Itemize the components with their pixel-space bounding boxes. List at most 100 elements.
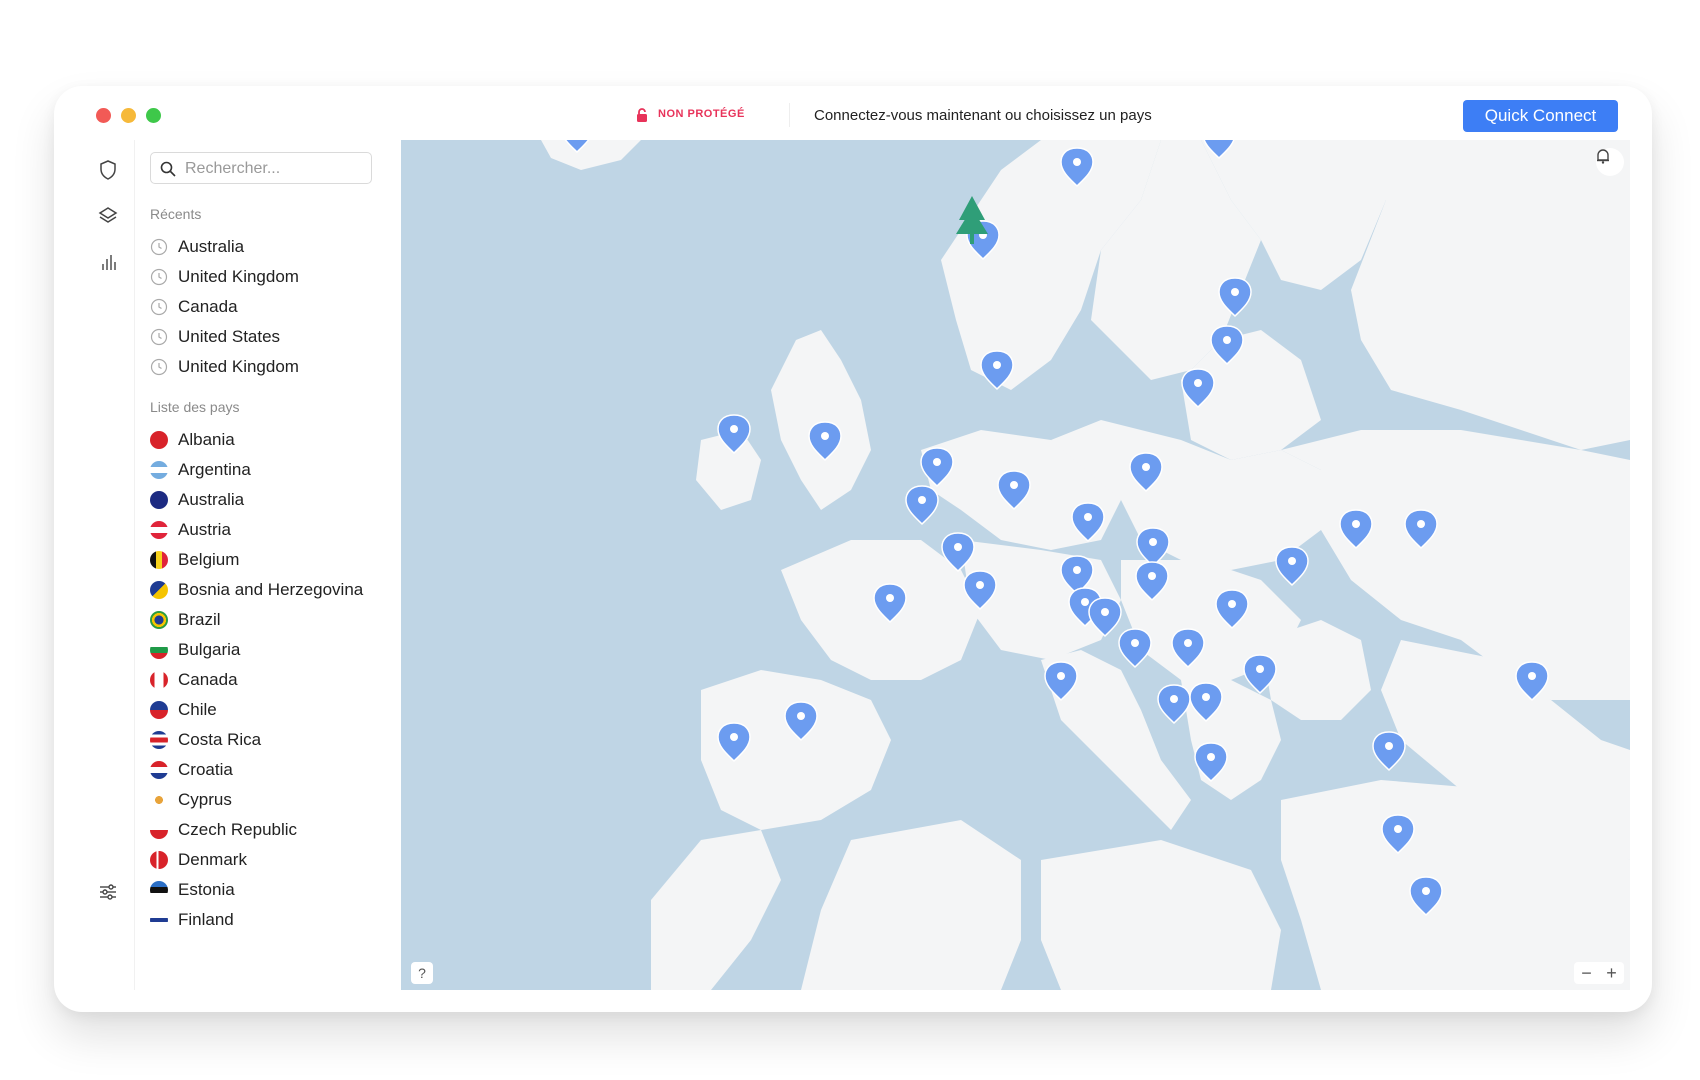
clock-icon — [150, 328, 168, 346]
country-item-label: Belgium — [178, 550, 240, 569]
unlocked-icon — [637, 108, 647, 122]
recent-item[interactable]: United States — [150, 322, 390, 352]
country-item[interactable]: Canada — [150, 665, 390, 695]
belgium-flag-icon — [150, 551, 168, 569]
country-item[interactable]: Czech Republic — [150, 815, 390, 845]
country-item[interactable]: Croatia — [150, 755, 390, 785]
recent-item[interactable]: United Kingdom — [150, 352, 390, 382]
recent-item[interactable]: Australia — [150, 232, 390, 262]
quick-connect-button[interactable]: Quick Connect — [1463, 100, 1618, 132]
country-item-label: Croatia — [178, 760, 233, 779]
country-item-label: Costa Rica — [178, 730, 262, 749]
nav-rail — [84, 140, 135, 990]
zoom-out-button[interactable]: − — [1576, 963, 1598, 983]
croatia-flag-icon — [150, 761, 168, 779]
country-item-label: Bulgaria — [178, 640, 241, 659]
country-item[interactable]: Albania — [150, 425, 390, 455]
server-pin-icon[interactable] — [1372, 731, 1406, 772]
country-item[interactable]: Chile — [150, 695, 390, 725]
country-item-label: Chile — [178, 700, 217, 719]
map-canvas — [541, 140, 1630, 990]
country-item[interactable]: Australia — [150, 485, 390, 515]
country-item-label: Albania — [178, 430, 235, 449]
clock-icon — [150, 268, 168, 286]
country-item-label: Bosnia and Herzegovina — [178, 580, 364, 599]
stats-icon[interactable] — [96, 250, 120, 274]
status-divider — [789, 103, 790, 127]
country-item[interactable]: Costa Rica — [150, 725, 390, 755]
status-message: Connectez-vous maintenant ou choisissez … — [814, 107, 1152, 124]
costa-rica-flag-icon — [150, 731, 168, 749]
zoom-window-button[interactable] — [146, 108, 161, 123]
world-map[interactable]: ? − + — [401, 140, 1630, 990]
server-pin-icon[interactable] — [1118, 628, 1152, 669]
search-box[interactable] — [150, 152, 372, 184]
country-item-label: Estonia — [178, 880, 235, 899]
connection-status: NON PROTÉGÉ Connectez-vous maintenant ou… — [574, 100, 1194, 130]
bulgaria-flag-icon — [150, 641, 168, 659]
server-pin-icon[interactable] — [1157, 684, 1191, 725]
settings-sliders-icon[interactable] — [96, 880, 120, 904]
bosnia-flag-icon — [150, 581, 168, 599]
layers-icon[interactable] — [96, 204, 120, 228]
country-item-label: Austria — [178, 520, 231, 539]
denmark-flag-icon — [150, 851, 168, 869]
server-pin-icon[interactable] — [905, 485, 939, 526]
notification-bell-icon[interactable] — [1596, 148, 1624, 176]
search-icon — [160, 161, 176, 177]
country-item-label: Czech Republic — [178, 820, 298, 839]
recent-item-label: Canada — [178, 297, 238, 316]
albania-flag-icon — [150, 431, 168, 449]
country-item-label: Australia — [178, 490, 245, 509]
search-input[interactable] — [183, 157, 367, 181]
canada-flag-icon — [150, 671, 168, 689]
zoom-in-button[interactable]: + — [1601, 963, 1623, 983]
minimize-window-button[interactable] — [121, 108, 136, 123]
cyprus-flag-icon — [150, 791, 168, 809]
countries-title: Liste des pays — [150, 399, 240, 415]
estonia-flag-icon — [150, 881, 168, 899]
country-item[interactable]: Bulgaria — [150, 635, 390, 665]
country-item-label: Finland — [178, 910, 234, 929]
clock-icon — [150, 358, 168, 376]
title-bar: NON PROTÉGÉ Connectez-vous maintenant ou… — [54, 86, 1652, 140]
australia-flag-icon — [150, 491, 168, 509]
recent-item-label: United States — [178, 327, 281, 346]
help-button[interactable]: ? — [411, 962, 433, 984]
country-item-label: Argentina — [178, 460, 251, 479]
recent-item[interactable]: Canada — [150, 292, 390, 322]
argentina-flag-icon — [150, 461, 168, 479]
clock-icon — [150, 298, 168, 316]
recent-item-label: United Kingdom — [178, 357, 299, 376]
country-item[interactable]: Belgium — [150, 545, 390, 575]
country-item[interactable]: Finland — [150, 905, 390, 935]
server-pin-icon[interactable] — [1275, 546, 1309, 587]
country-item[interactable]: Estonia — [150, 875, 390, 905]
status-label: NON PROTÉGÉ — [658, 108, 745, 120]
country-item-label: Canada — [178, 670, 238, 689]
clock-icon — [150, 238, 168, 256]
recents-title: Récents — [150, 206, 202, 222]
country-sidebar: Récents Australia United Kingdom Canada Uni… — [134, 140, 394, 990]
country-item-label: Brazil — [178, 610, 221, 629]
country-item-label: Cyprus — [178, 790, 232, 809]
country-item-label: Denmark — [178, 850, 247, 869]
country-item[interactable]: Brazil — [150, 605, 390, 635]
finland-flag-icon — [150, 911, 168, 929]
country-item[interactable]: Bosnia and Herzegovina — [150, 575, 390, 605]
recent-item[interactable]: United Kingdom — [150, 262, 390, 292]
close-window-button[interactable] — [96, 108, 111, 123]
app-window: NON PROTÉGÉ Connectez-vous maintenant ou… — [54, 86, 1652, 1012]
austria-flag-icon — [150, 521, 168, 539]
chile-flag-icon — [150, 701, 168, 719]
recent-item-label: Australia — [178, 237, 245, 256]
czech-flag-icon — [150, 821, 168, 839]
shield-icon[interactable] — [96, 158, 120, 182]
country-item[interactable]: Austria — [150, 515, 390, 545]
recent-item-label: United Kingdom — [178, 267, 299, 286]
brazil-flag-icon — [150, 611, 168, 629]
country-item[interactable]: Cyprus — [150, 785, 390, 815]
country-item[interactable]: Denmark — [150, 845, 390, 875]
zoom-controls: − + — [1574, 962, 1624, 984]
country-item[interactable]: Argentina — [150, 455, 390, 485]
